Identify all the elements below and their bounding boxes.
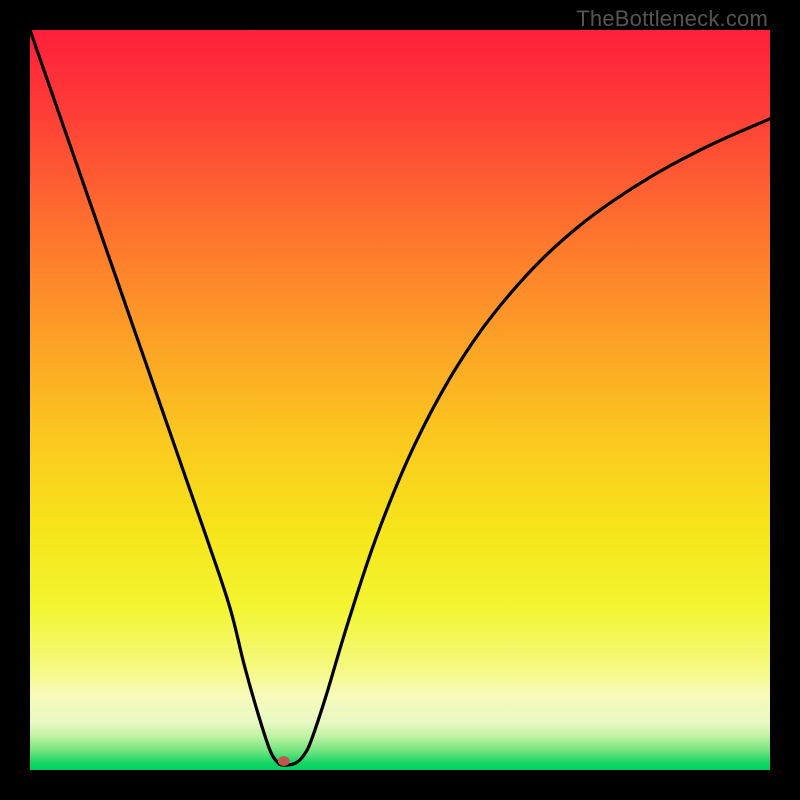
optimal-marker <box>278 756 290 766</box>
chart-svg <box>30 30 770 770</box>
chart-frame: TheBottleneck.com <box>0 0 800 800</box>
plot-area <box>30 30 770 770</box>
watermark-text: TheBottleneck.com <box>576 6 768 32</box>
gradient-background <box>30 30 770 770</box>
